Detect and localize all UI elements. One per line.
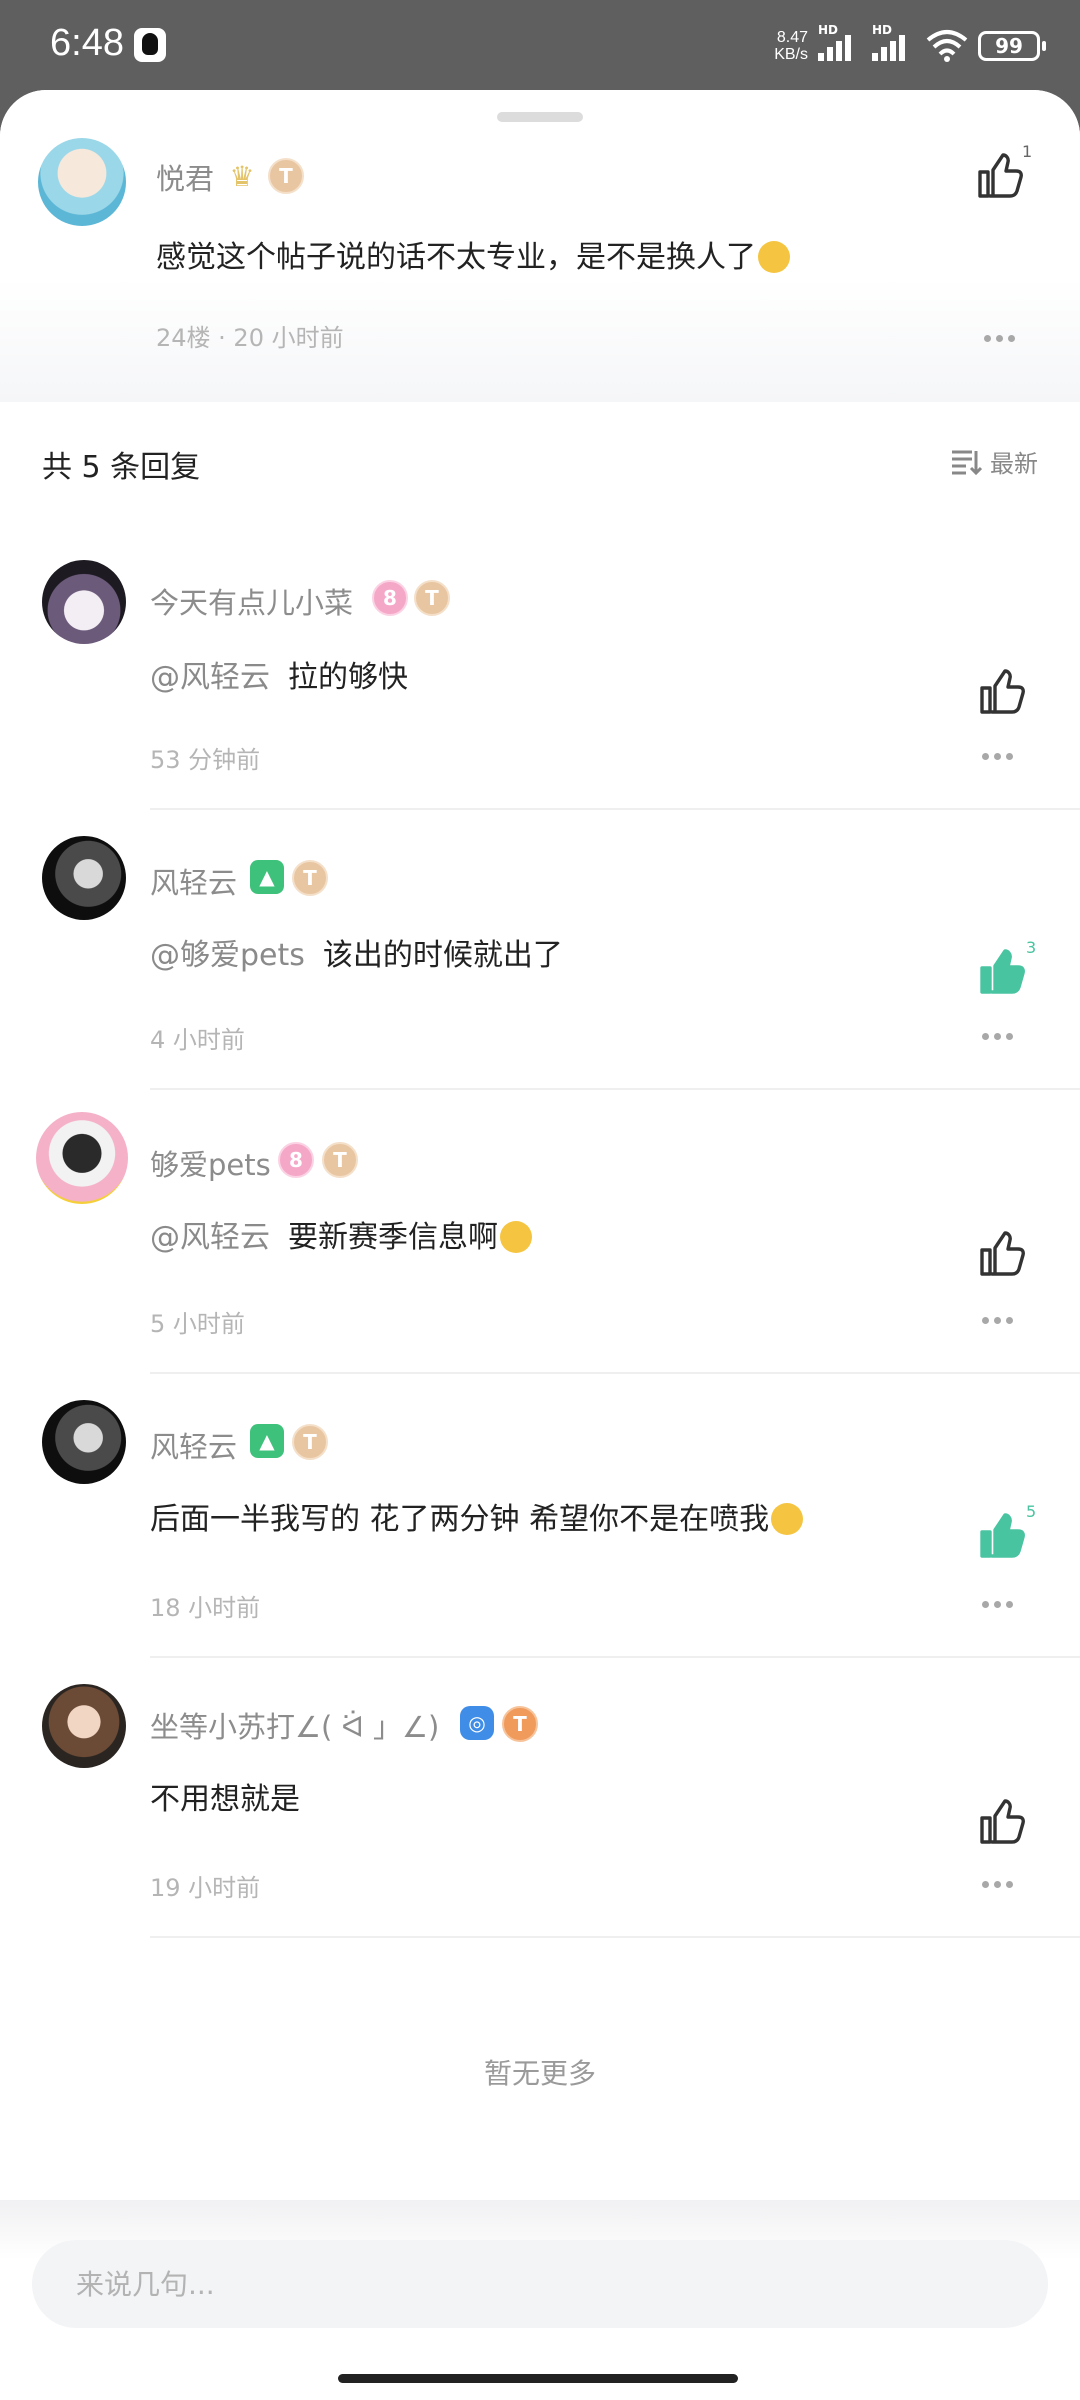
level-badge: T bbox=[414, 580, 450, 616]
divider bbox=[150, 1372, 1080, 1374]
like-count: 3 bbox=[1026, 938, 1037, 957]
mention-link[interactable]: @风轻云 bbox=[150, 1220, 270, 1255]
divider bbox=[150, 1088, 1080, 1090]
signal-icon: HD bbox=[818, 23, 862, 61]
username[interactable]: 风轻云 bbox=[150, 1424, 237, 1466]
drag-handle[interactable] bbox=[497, 112, 583, 122]
username[interactable]: 风轻云 bbox=[150, 860, 237, 902]
level-badge: T bbox=[292, 1424, 328, 1460]
username[interactable]: 悦君 bbox=[156, 156, 214, 198]
thumbs-up-icon[interactable] bbox=[976, 1228, 1028, 1280]
comment-time: 19 小时前 bbox=[150, 1874, 261, 1902]
avatar[interactable] bbox=[42, 1400, 126, 1484]
more-options-icon[interactable] bbox=[984, 332, 1024, 344]
more-options-icon[interactable] bbox=[982, 750, 1022, 762]
verified-badge-icon: ▲ bbox=[250, 860, 284, 894]
more-options-icon[interactable] bbox=[982, 1030, 1022, 1042]
like-count: 5 bbox=[1026, 1502, 1037, 1521]
comment-text: @风轻云 拉的够快 bbox=[150, 660, 408, 695]
game-controller-badge-icon: ◎ bbox=[460, 1706, 494, 1740]
battery-icon: 99 bbox=[978, 31, 1046, 61]
comment-sheet: 悦君 ♛ T 感觉这个帖子说的话不太专业，是不是换人了 24楼 · 20 小时前… bbox=[0, 90, 1080, 2400]
more-options-icon[interactable] bbox=[982, 1878, 1022, 1890]
comment-meta: 24楼 · 20 小时前 bbox=[156, 324, 344, 352]
username[interactable]: 够爱pets bbox=[150, 1142, 271, 1184]
comment-text: @够爱pets 该出的时候就出了 bbox=[150, 938, 563, 973]
level-badge: T bbox=[322, 1142, 358, 1178]
thumbs-up-active-icon[interactable] bbox=[976, 946, 1028, 998]
emoji-icon bbox=[771, 1503, 804, 1535]
divider bbox=[150, 1656, 1080, 1658]
avatar[interactable] bbox=[36, 1112, 128, 1204]
network-speed: 8.47 KB/s bbox=[774, 29, 808, 63]
comment-text: 感觉这个帖子说的话不太专业，是不是换人了 bbox=[156, 232, 790, 276]
more-options-icon[interactable] bbox=[982, 1598, 1022, 1610]
avatar[interactable] bbox=[42, 836, 126, 920]
divider bbox=[150, 1936, 1080, 1938]
comment-text: 后面一半我写的 花了两分钟 希望你不是在喷我 bbox=[150, 1494, 804, 1538]
emoji-icon bbox=[500, 1221, 532, 1253]
level-eight-badge: 8 bbox=[278, 1142, 314, 1178]
comment-input[interactable] bbox=[32, 2240, 1048, 2328]
no-more-label: 暂无更多 bbox=[483, 2057, 596, 2090]
crown-badge-icon: ♛ bbox=[229, 159, 255, 193]
mention-link[interactable]: @够爱pets bbox=[150, 938, 305, 973]
thumbs-up-icon[interactable] bbox=[974, 150, 1026, 202]
username[interactable]: 坐等小苏打∠( ᐛ 」∠) bbox=[150, 1704, 439, 1746]
qq-notification-icon bbox=[134, 28, 166, 62]
replies-count: 共 5 条回复 bbox=[42, 450, 201, 485]
signal-icon: HD bbox=[872, 23, 916, 61]
avatar[interactable] bbox=[38, 138, 126, 226]
verified-badge-icon: ▲ bbox=[250, 1424, 284, 1458]
divider bbox=[150, 808, 1080, 810]
status-bar: 6:48 8.47 KB/s HD HD 99 bbox=[0, 0, 1080, 90]
wifi-icon bbox=[926, 30, 968, 62]
level-badge: T bbox=[502, 1706, 538, 1742]
comment-text: @风轻云 要新赛季信息啊 bbox=[150, 1212, 532, 1256]
status-time: 6:48 bbox=[50, 22, 124, 64]
emoji-icon bbox=[758, 241, 790, 273]
level-eight-badge: 8 bbox=[372, 580, 408, 616]
sort-icon bbox=[952, 450, 982, 475]
like-count: 1 bbox=[1022, 142, 1033, 161]
comment-time: 53 分钟前 bbox=[150, 746, 261, 774]
level-badge: T bbox=[292, 860, 328, 896]
thumbs-up-icon[interactable] bbox=[976, 1796, 1028, 1848]
status-icons: 8.47 KB/s HD HD 99 bbox=[774, 23, 1046, 68]
comment-text: 不用想就是 bbox=[150, 1782, 300, 1817]
comment-time: 5 小时前 bbox=[150, 1310, 245, 1338]
more-options-icon[interactable] bbox=[982, 1314, 1022, 1326]
level-badge: T bbox=[268, 158, 304, 194]
thumbs-up-icon[interactable] bbox=[976, 666, 1028, 718]
comment-time: 18 小时前 bbox=[150, 1594, 261, 1622]
username[interactable]: 今天有点儿小菜 bbox=[150, 580, 353, 622]
avatar[interactable] bbox=[42, 1684, 126, 1768]
home-indicator[interactable] bbox=[338, 2374, 738, 2383]
sort-button[interactable]: 最新 bbox=[950, 444, 1038, 479]
comment-time: 4 小时前 bbox=[150, 1026, 245, 1054]
avatar[interactable] bbox=[42, 560, 126, 644]
thumbs-up-active-icon[interactable] bbox=[976, 1510, 1028, 1562]
mention-link[interactable]: @风轻云 bbox=[150, 660, 270, 695]
